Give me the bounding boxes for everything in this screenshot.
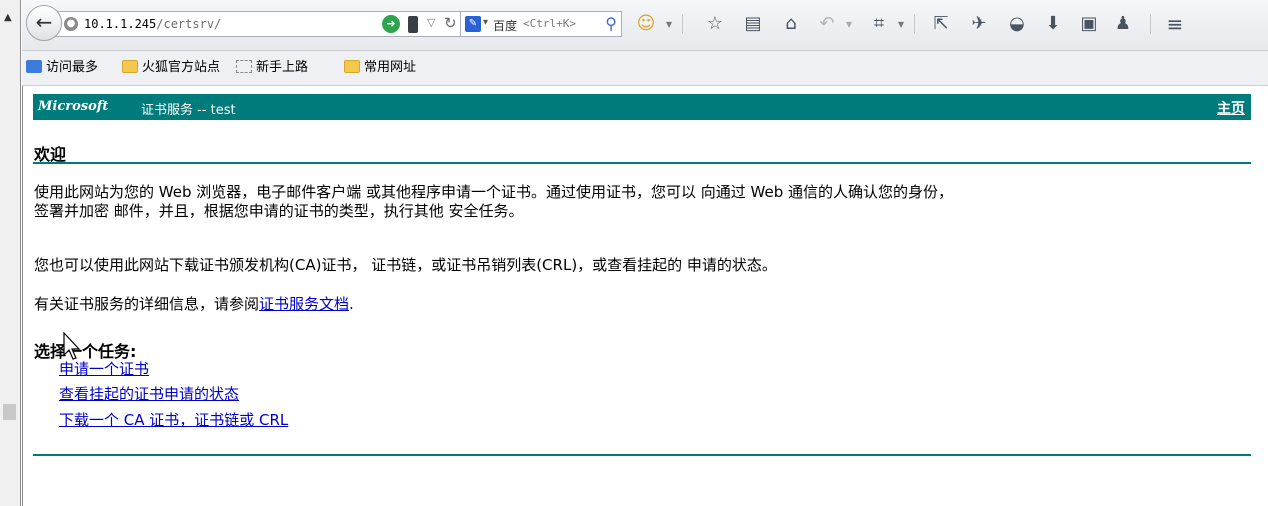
search-icon <box>26 60 42 73</box>
folder-icon <box>344 60 360 73</box>
dashed-page-icon <box>236 60 252 73</box>
search-bar[interactable]: ✎ ▾ 百度 <Ctrl+K> ⚲ <box>460 11 622 37</box>
send-icon[interactable]: ✈ <box>966 11 992 37</box>
bookmark-common-sites[interactable]: 常用网址 <box>344 60 416 76</box>
mask-icon[interactable]: ◒ <box>1004 11 1030 37</box>
bookmark-getting-started[interactable]: 新手上路 <box>236 60 308 76</box>
window-left-gutter: ▲ <box>0 0 21 506</box>
header-rule <box>33 162 1251 164</box>
crop-dropdown-icon[interactable]: ▾ <box>894 11 908 37</box>
go-arrow-icon[interactable]: ➜ <box>382 15 400 33</box>
undo-icon[interactable]: ↶ <box>814 11 840 37</box>
search-engine-icon[interactable]: ✎ <box>465 16 481 32</box>
share-icon[interactable]: ⇱ <box>928 11 954 37</box>
folder-icon <box>122 60 138 73</box>
site-identity-icon[interactable]: ● <box>64 17 78 31</box>
url-bar[interactable]: ● 10.1.1.245/certsrv/ ➜ ▽ ↻ <box>52 11 476 37</box>
download-paragraph: 您也可以使用此网站下载证书颁发机构(CA)证书， 证书链，或证书吊销列表(CRL… <box>34 256 777 274</box>
account-icon[interactable]: ♟ <box>1110 11 1136 37</box>
scroll-up-arrow-icon[interactable]: ▲ <box>4 12 12 23</box>
addon-icon[interactable]: ☺ <box>634 11 658 37</box>
reading-list-icon[interactable]: ▤ <box>740 11 766 37</box>
bookmarks-toolbar: 访问最多 火狐官方站点 新手上路 常用网址 <box>22 51 1268 86</box>
bookmark-firefox-sites[interactable]: 火狐官方站点 <box>122 60 220 76</box>
request-certificate-link[interactable]: 申请一个证书 <box>59 359 149 379</box>
back-button[interactable]: ← <box>26 5 62 41</box>
bookmark-most-visited[interactable]: 访问最多 <box>26 60 98 76</box>
toolbar-separator <box>682 14 683 34</box>
gutter-marker <box>3 404 16 420</box>
search-engine-name: 百度 <box>493 19 518 33</box>
crop-icon[interactable]: ⌗ <box>866 11 892 37</box>
pocket-icon[interactable]: ▣ <box>1076 11 1102 37</box>
search-input[interactable]: <Ctrl+K> <box>523 17 601 30</box>
bookmark-star-icon[interactable]: ☆ <box>702 11 728 37</box>
back-arrow-icon: ← <box>35 10 53 34</box>
download-icon[interactable]: ⬇ <box>1040 11 1066 37</box>
page-content: Microsoft 证书服务 -- test 主页 欢迎 使用此网站为您的 We… <box>22 86 1268 506</box>
microsoft-logo: Microsoft <box>38 99 109 114</box>
service-title: 证书服务 -- test <box>141 103 236 118</box>
home-icon[interactable]: ⌂ <box>778 11 804 37</box>
reload-icon[interactable]: ↻ <box>444 14 457 32</box>
mobile-icon[interactable] <box>408 16 418 33</box>
mouse-cursor-icon <box>63 332 81 360</box>
home-link[interactable]: 主页 <box>1217 98 1245 118</box>
search-icon[interactable]: ⚲ <box>605 14 617 33</box>
engine-dropdown-icon[interactable]: ▾ <box>483 17 488 28</box>
toolbar-separator <box>914 14 915 34</box>
navigation-toolbar: ● 10.1.1.245/certsrv/ ➜ ▽ ↻ ← ✎ ▾ 百度 <Ct… <box>22 0 1268 51</box>
header-bar: Microsoft 证书服务 -- test 主页 <box>33 94 1251 120</box>
intro-paragraph: 使用此网站为您的 Web 浏览器，电子邮件客户端 或其他程序申请一个证书。通过使… <box>34 183 954 220</box>
url-dropdown-icon[interactable]: ▽ <box>427 16 435 29</box>
view-pending-status-link[interactable]: 查看挂起的证书申请的状态 <box>59 384 239 404</box>
docs-link[interactable]: 证书服务文档 <box>259 295 349 313</box>
undo-dropdown-icon[interactable]: ▾ <box>842 11 856 37</box>
url-text[interactable]: 10.1.1.245/certsrv/ <box>84 17 221 31</box>
docs-paragraph: 有关证书服务的详细信息，请参阅证书服务文档. <box>34 295 354 313</box>
footer-rule <box>33 454 1251 456</box>
menu-icon[interactable]: ≡ <box>1160 11 1190 37</box>
toolbar-separator <box>1150 14 1151 34</box>
download-ca-certificate-link[interactable]: 下载一个 CA 证书，证书链或 CRL <box>59 410 288 430</box>
addon-dropdown-icon[interactable]: ▾ <box>662 11 676 37</box>
